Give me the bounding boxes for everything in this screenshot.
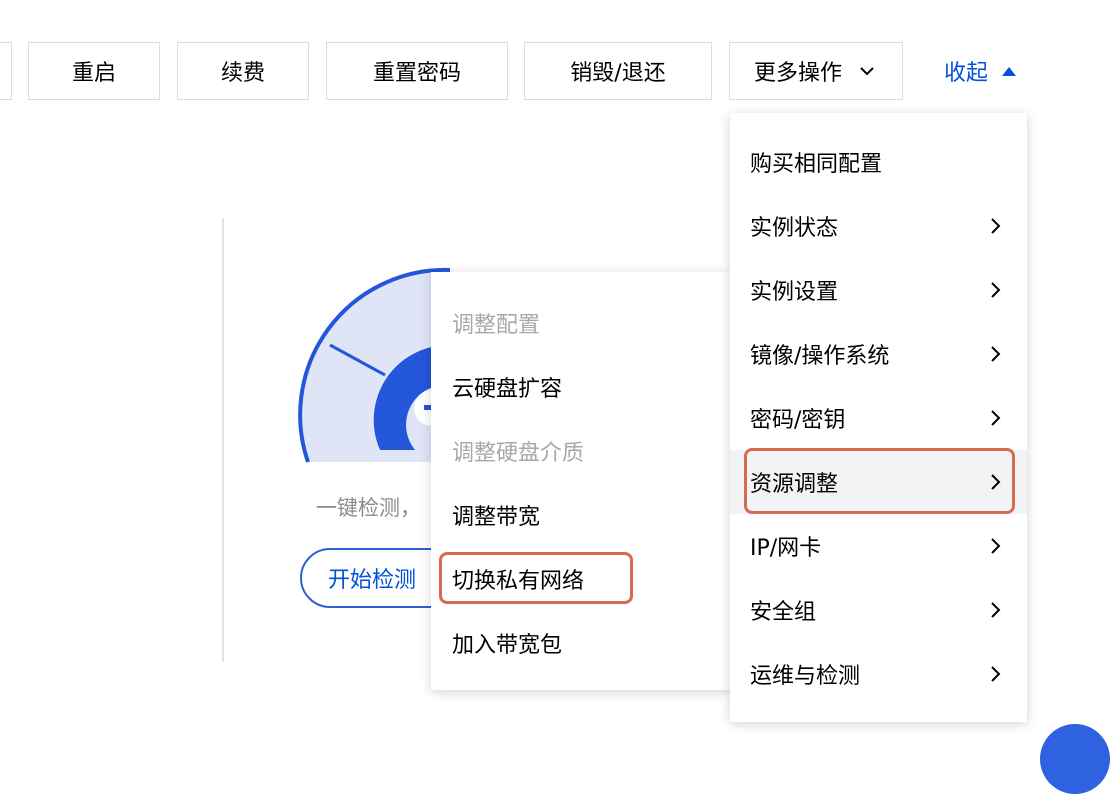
menu-item-label: IP/网卡 (750, 536, 822, 561)
menu-item-buy-same[interactable]: 购买相同配置 (730, 130, 1027, 194)
highlight-box-resource-adjust (744, 448, 1015, 514)
menu-item-label: 安全组 (750, 600, 817, 625)
menu-item-label: 密码/密钥 (750, 408, 846, 433)
menu-item-security-group[interactable]: 安全组 (730, 578, 1027, 642)
menu-item-label: 镜像/操作系统 (750, 344, 890, 369)
submenu-item-adjust-config: 调整配置 (452, 313, 541, 338)
menu-item-password-key[interactable]: 密码/密钥 (730, 386, 1027, 450)
caret-up-icon (1002, 66, 1017, 76)
submenu-item-adjust-bandwidth[interactable]: 调整带宽 (431, 483, 731, 547)
submenu-item-disk-media: 调整硬盘介质 (452, 441, 585, 466)
reset-password-button[interactable]: 重置密码 (326, 42, 508, 100)
menu-item-image-os[interactable]: 镜像/操作系统 (730, 322, 1027, 386)
collapse-toggle[interactable]: 收起 (944, 42, 1017, 100)
chevron-right-icon (991, 282, 1001, 298)
chevron-right-icon (991, 346, 1001, 362)
menu-item-label: 运维与检测 (750, 664, 861, 689)
chevron-right-icon (991, 666, 1001, 682)
check-hint-text: 一键检测， (316, 496, 421, 520)
menu-item-ip-nic[interactable]: IP/网卡 (730, 514, 1027, 578)
menu-item-label: 实例状态 (750, 216, 839, 241)
divider (222, 218, 224, 662)
renew-button[interactable]: 续费 (177, 42, 309, 100)
menu-item-instance-status[interactable]: 实例状态 (730, 194, 1027, 258)
floating-help-button[interactable] (1040, 724, 1110, 794)
chevron-right-icon (991, 410, 1001, 426)
menu-item-ops-check[interactable]: 运维与检测 (730, 642, 1027, 706)
highlight-box-switch-vpc (439, 552, 633, 604)
submenu-item-disk-expand[interactable]: 云硬盘扩容 (431, 355, 731, 419)
menu-item-instance-settings[interactable]: 实例设置 (730, 258, 1027, 322)
menu-item-label: 购买相同配置 (750, 152, 883, 177)
menu-item-label: 实例设置 (750, 280, 839, 305)
chevron-right-icon (991, 218, 1001, 234)
destroy-return-button[interactable]: 销毁/退还 (524, 42, 712, 100)
more-actions-menu: 购买相同配置 实例状态 实例设置 镜像/操作系统 密码/密钥 资源调整 IP/网… (730, 113, 1027, 722)
collapse-label: 收起 (944, 61, 989, 86)
chevron-right-icon (991, 602, 1001, 618)
more-actions-button[interactable]: 更多操作 (729, 42, 903, 100)
submenu-item-join-bandwidth-pack[interactable]: 加入带宽包 (431, 611, 731, 675)
chevron-right-icon (991, 538, 1001, 554)
restart-button[interactable]: 重启 (28, 42, 160, 100)
more-actions-label: 更多操作 (753, 61, 842, 86)
partial-button-left[interactable] (0, 42, 12, 100)
resource-adjust-submenu: 调整配置 云硬盘扩容 调整硬盘介质 调整带宽 切换私有网络 加入带宽包 (431, 272, 731, 690)
chevron-down-icon (860, 67, 874, 76)
